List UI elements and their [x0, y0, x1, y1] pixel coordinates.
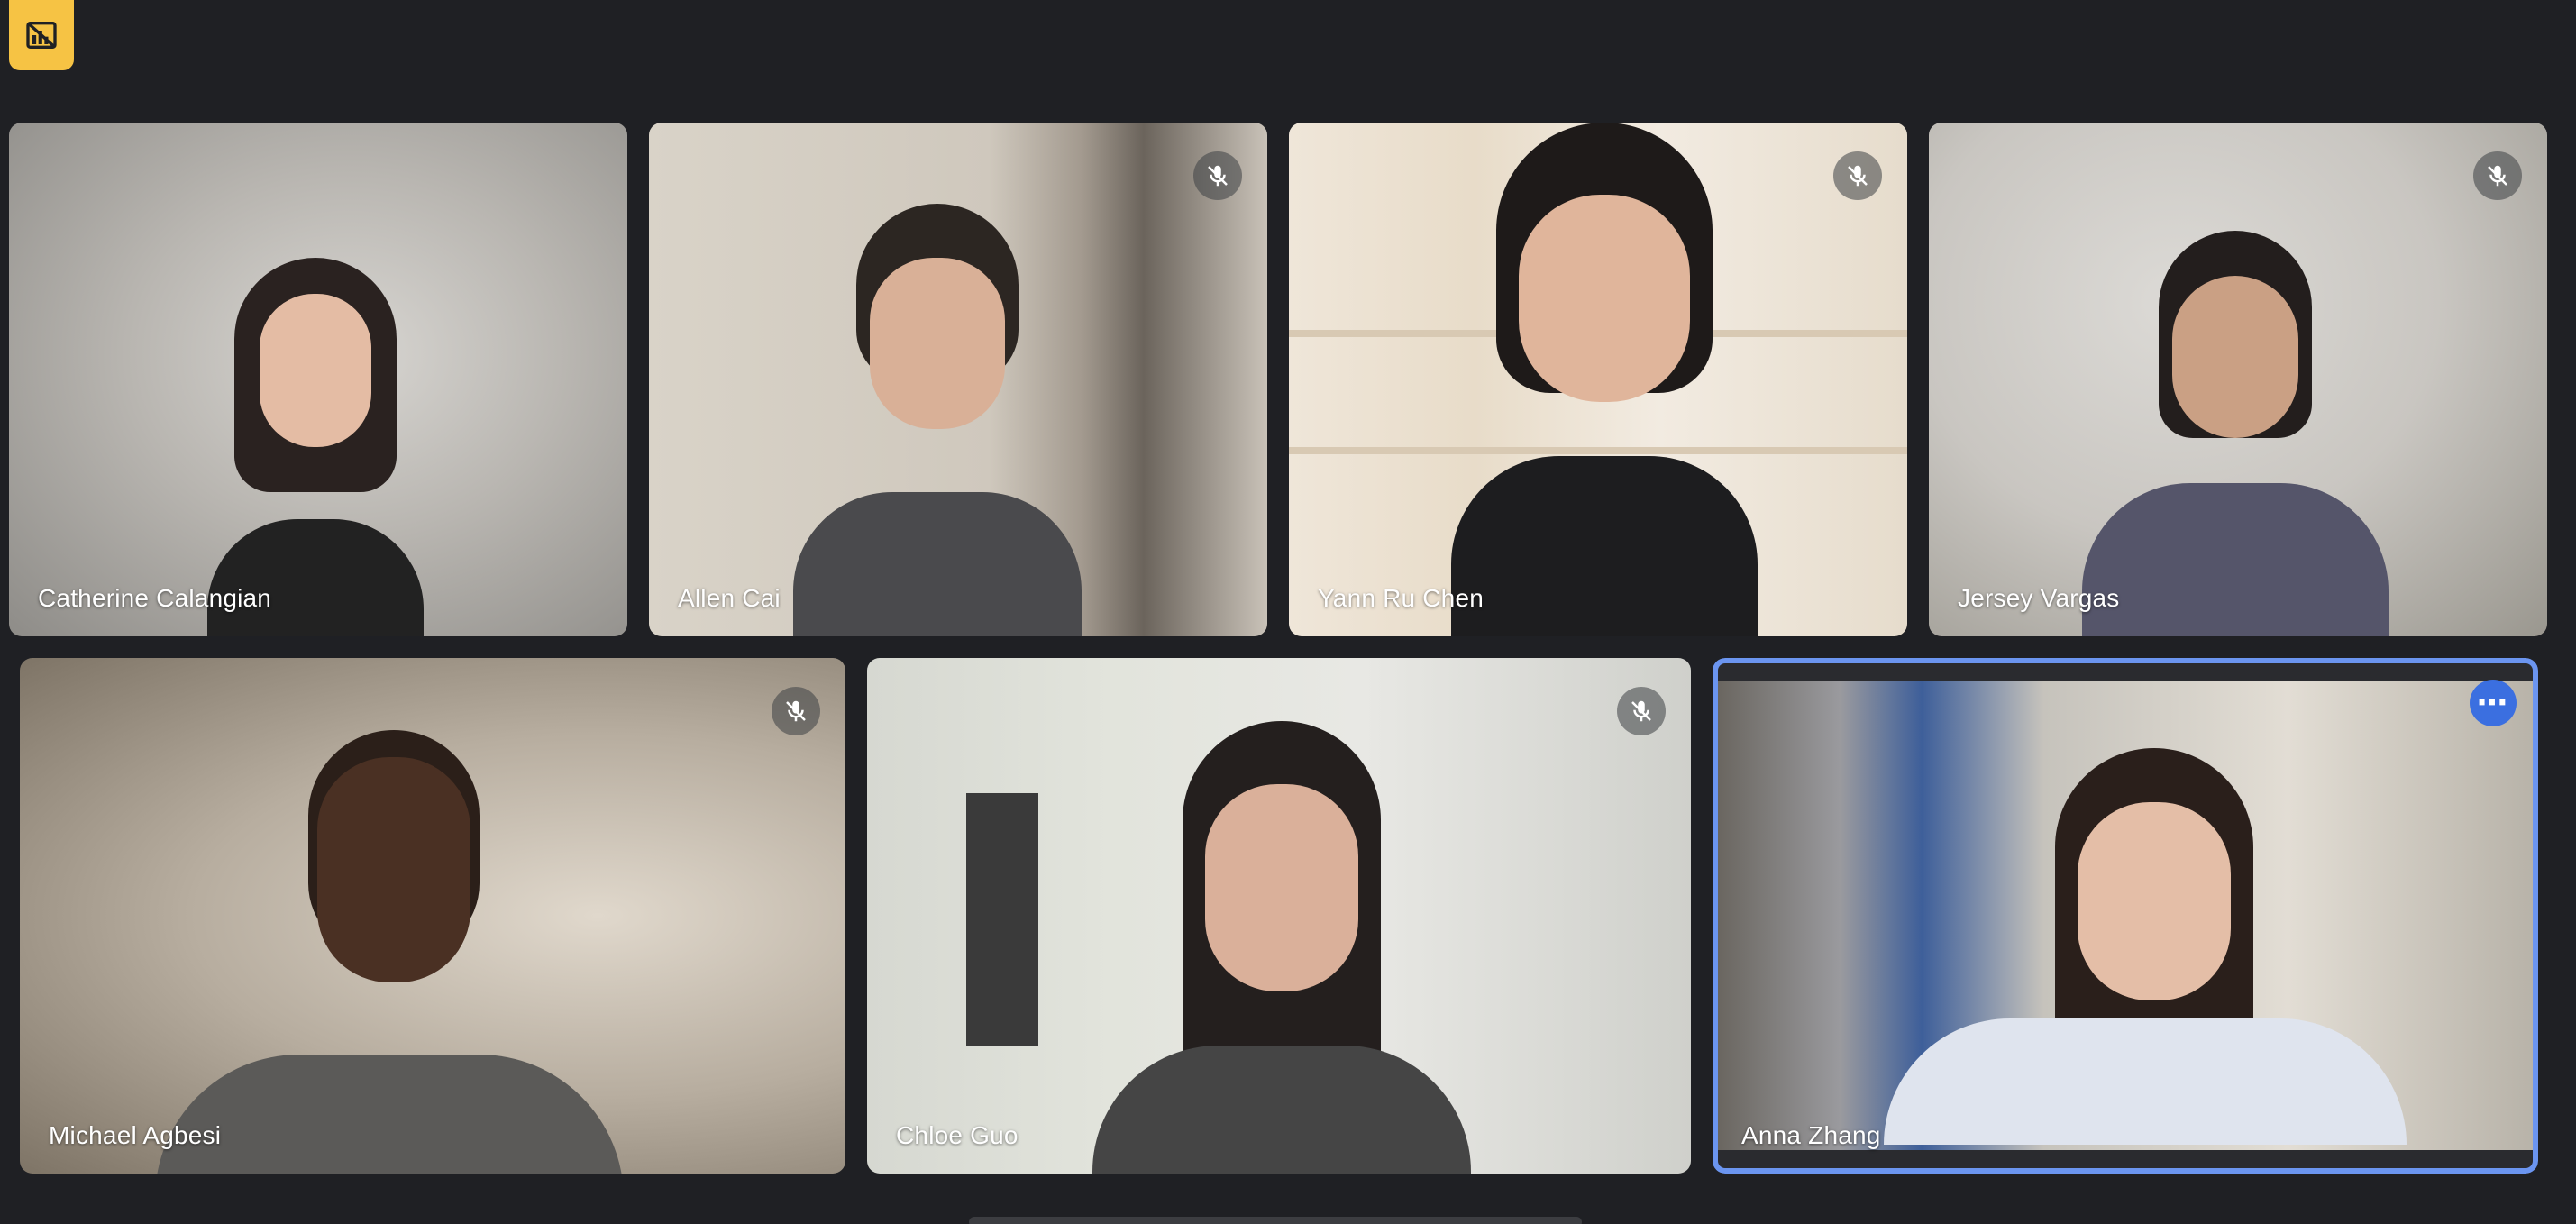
- participant-tile[interactable]: Chloe Guo: [867, 658, 1691, 1174]
- participant-tile[interactable]: Catherine Calangian: [9, 123, 627, 636]
- participant-silhouette: [1092, 721, 1471, 1174]
- participant-name: Michael Agbesi: [49, 1121, 222, 1149]
- mic-off-indicator: [772, 687, 820, 735]
- participant-tile-active[interactable]: ⋯ Anna Zhang: [1713, 658, 2538, 1174]
- participant-tile[interactable]: Allen Cai: [649, 123, 1267, 636]
- mic-off-icon: [2488, 165, 2507, 187]
- participant-silhouette: [207, 258, 424, 636]
- mic-off-icon: [1848, 165, 1868, 187]
- participant-silhouette: [155, 730, 624, 1174]
- mic-off-indicator: [1617, 687, 1666, 735]
- participant-silhouette: [1451, 123, 1758, 636]
- participant-silhouette: [793, 204, 1082, 636]
- participant-tile[interactable]: Yann Ru Chen: [1289, 123, 1907, 636]
- camera-off-button[interactable]: [9, 0, 74, 70]
- mic-off-icon: [1631, 700, 1651, 722]
- participant-name: Allen Cai: [678, 584, 781, 612]
- participant-silhouette: [2082, 231, 2389, 636]
- participant-tile[interactable]: Jersey Vargas: [1929, 123, 2547, 636]
- participant-name: Chloe Guo: [896, 1121, 1019, 1149]
- camera-off-icon: [26, 22, 57, 49]
- mic-off-indicator: [1193, 151, 1242, 200]
- participant-name: Jersey Vargas: [1958, 584, 2120, 612]
- more-options-button[interactable]: ⋯: [2470, 680, 2517, 726]
- participant-tile[interactable]: Michael Agbesi: [20, 658, 845, 1174]
- controls-bar-edge: [969, 1217, 1582, 1224]
- mic-off-indicator: [1833, 151, 1882, 200]
- participant-silhouette: [1884, 748, 2407, 1145]
- participant-name: Yann Ru Chen: [1318, 584, 1484, 612]
- mic-off-icon: [1208, 165, 1228, 187]
- participant-name: Catherine Calangian: [38, 584, 272, 612]
- meeting-grid: Catherine Calangian Allen Cai Yann Ru Ch…: [0, 0, 2576, 1224]
- more-options-icon: ⋯: [2477, 686, 2509, 720]
- participant-name: Anna Zhang: [1741, 1121, 1881, 1149]
- mic-off-indicator: [2473, 151, 2522, 200]
- mic-off-icon: [786, 700, 806, 722]
